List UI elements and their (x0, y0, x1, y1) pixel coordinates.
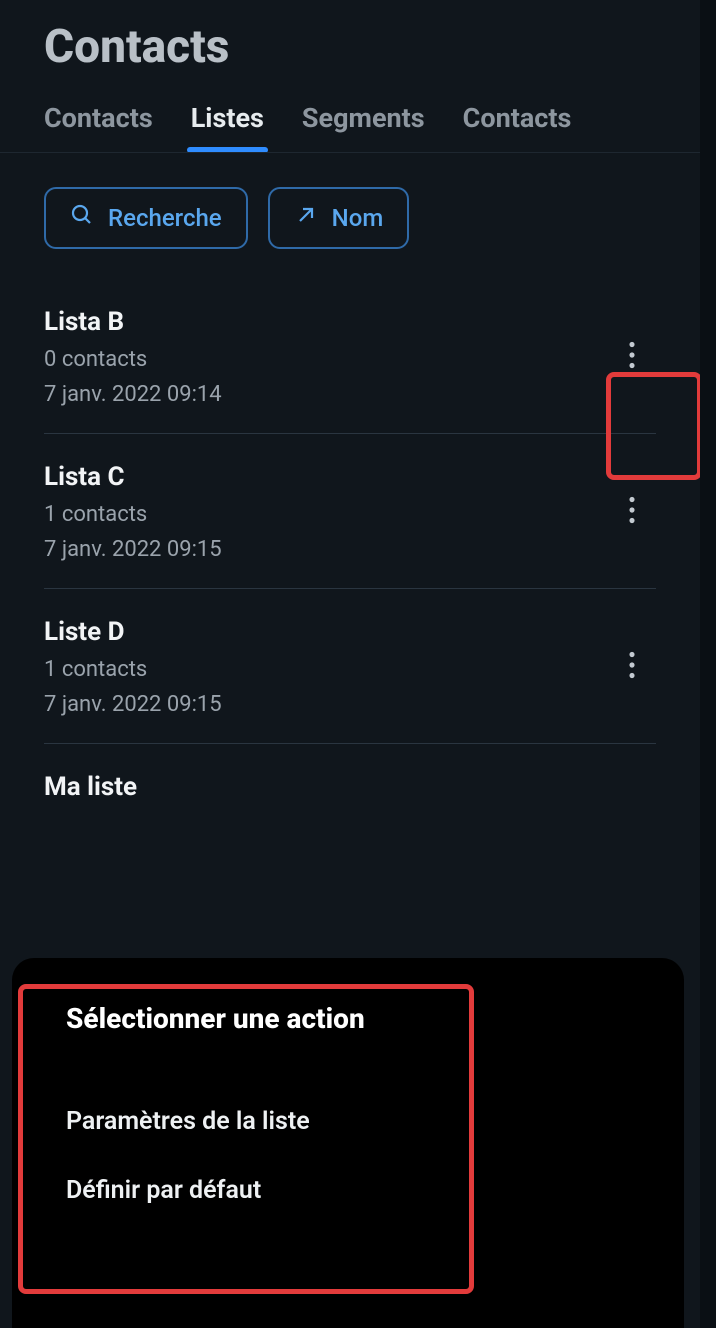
arrow-up-right-icon (294, 203, 318, 233)
action-sheet-title: Sélectionner une action (66, 1002, 630, 1035)
page-title: Contacts (0, 0, 700, 84)
list-count: 0 contacts (44, 347, 222, 372)
list-item[interactable]: Ma liste (44, 744, 656, 828)
sort-button[interactable]: Nom (268, 187, 410, 249)
list-name: Lista C (44, 462, 222, 492)
tab-listes[interactable]: Listes (191, 102, 264, 152)
list-count: 1 contacts (44, 657, 222, 682)
sort-label: Nom (332, 204, 384, 232)
search-button[interactable]: Recherche (44, 187, 248, 249)
list-item[interactable]: Lista C 1 contacts 7 janv. 2022 09:15 (44, 434, 656, 589)
tab-contacts[interactable]: Contacts (44, 102, 153, 152)
action-sheet: Sélectionner une action Paramètres de la… (12, 958, 684, 1328)
action-set-default[interactable]: Définir par défaut (66, 1156, 630, 1225)
list-name: Ma liste (44, 772, 137, 802)
list-item[interactable]: Liste D 1 contacts 7 janv. 2022 09:15 (44, 589, 656, 744)
list-count: 1 contacts (44, 502, 222, 527)
more-menu-button[interactable] (608, 643, 656, 691)
tabs: Contacts Listes Segments Contacts (0, 84, 700, 153)
more-menu-button[interactable] (608, 488, 656, 536)
app-root: Contacts Contacts Listes Segments Contac… (0, 0, 700, 1328)
lists-container: Lista B 0 contacts 7 janv. 2022 09:14 Li… (0, 271, 700, 828)
more-vertical-icon (628, 651, 636, 683)
list-timestamp: 7 janv. 2022 09:15 (44, 692, 222, 717)
tab-contacts-overflow[interactable]: Contacts (463, 102, 572, 152)
list-timestamp: 7 janv. 2022 09:15 (44, 537, 222, 562)
controls-bar: Recherche Nom (0, 153, 700, 271)
search-label: Recherche (108, 204, 222, 232)
more-vertical-icon (628, 496, 636, 528)
list-item[interactable]: Lista B 0 contacts 7 janv. 2022 09:14 (44, 279, 656, 434)
more-menu-button[interactable] (608, 333, 656, 381)
more-vertical-icon (628, 341, 636, 373)
action-list-settings[interactable]: Paramètres de la liste (66, 1087, 630, 1156)
search-icon (70, 203, 94, 233)
list-name: Lista B (44, 307, 222, 337)
list-timestamp: 7 janv. 2022 09:14 (44, 382, 222, 407)
tab-segments[interactable]: Segments (302, 102, 425, 152)
list-name: Liste D (44, 617, 222, 647)
